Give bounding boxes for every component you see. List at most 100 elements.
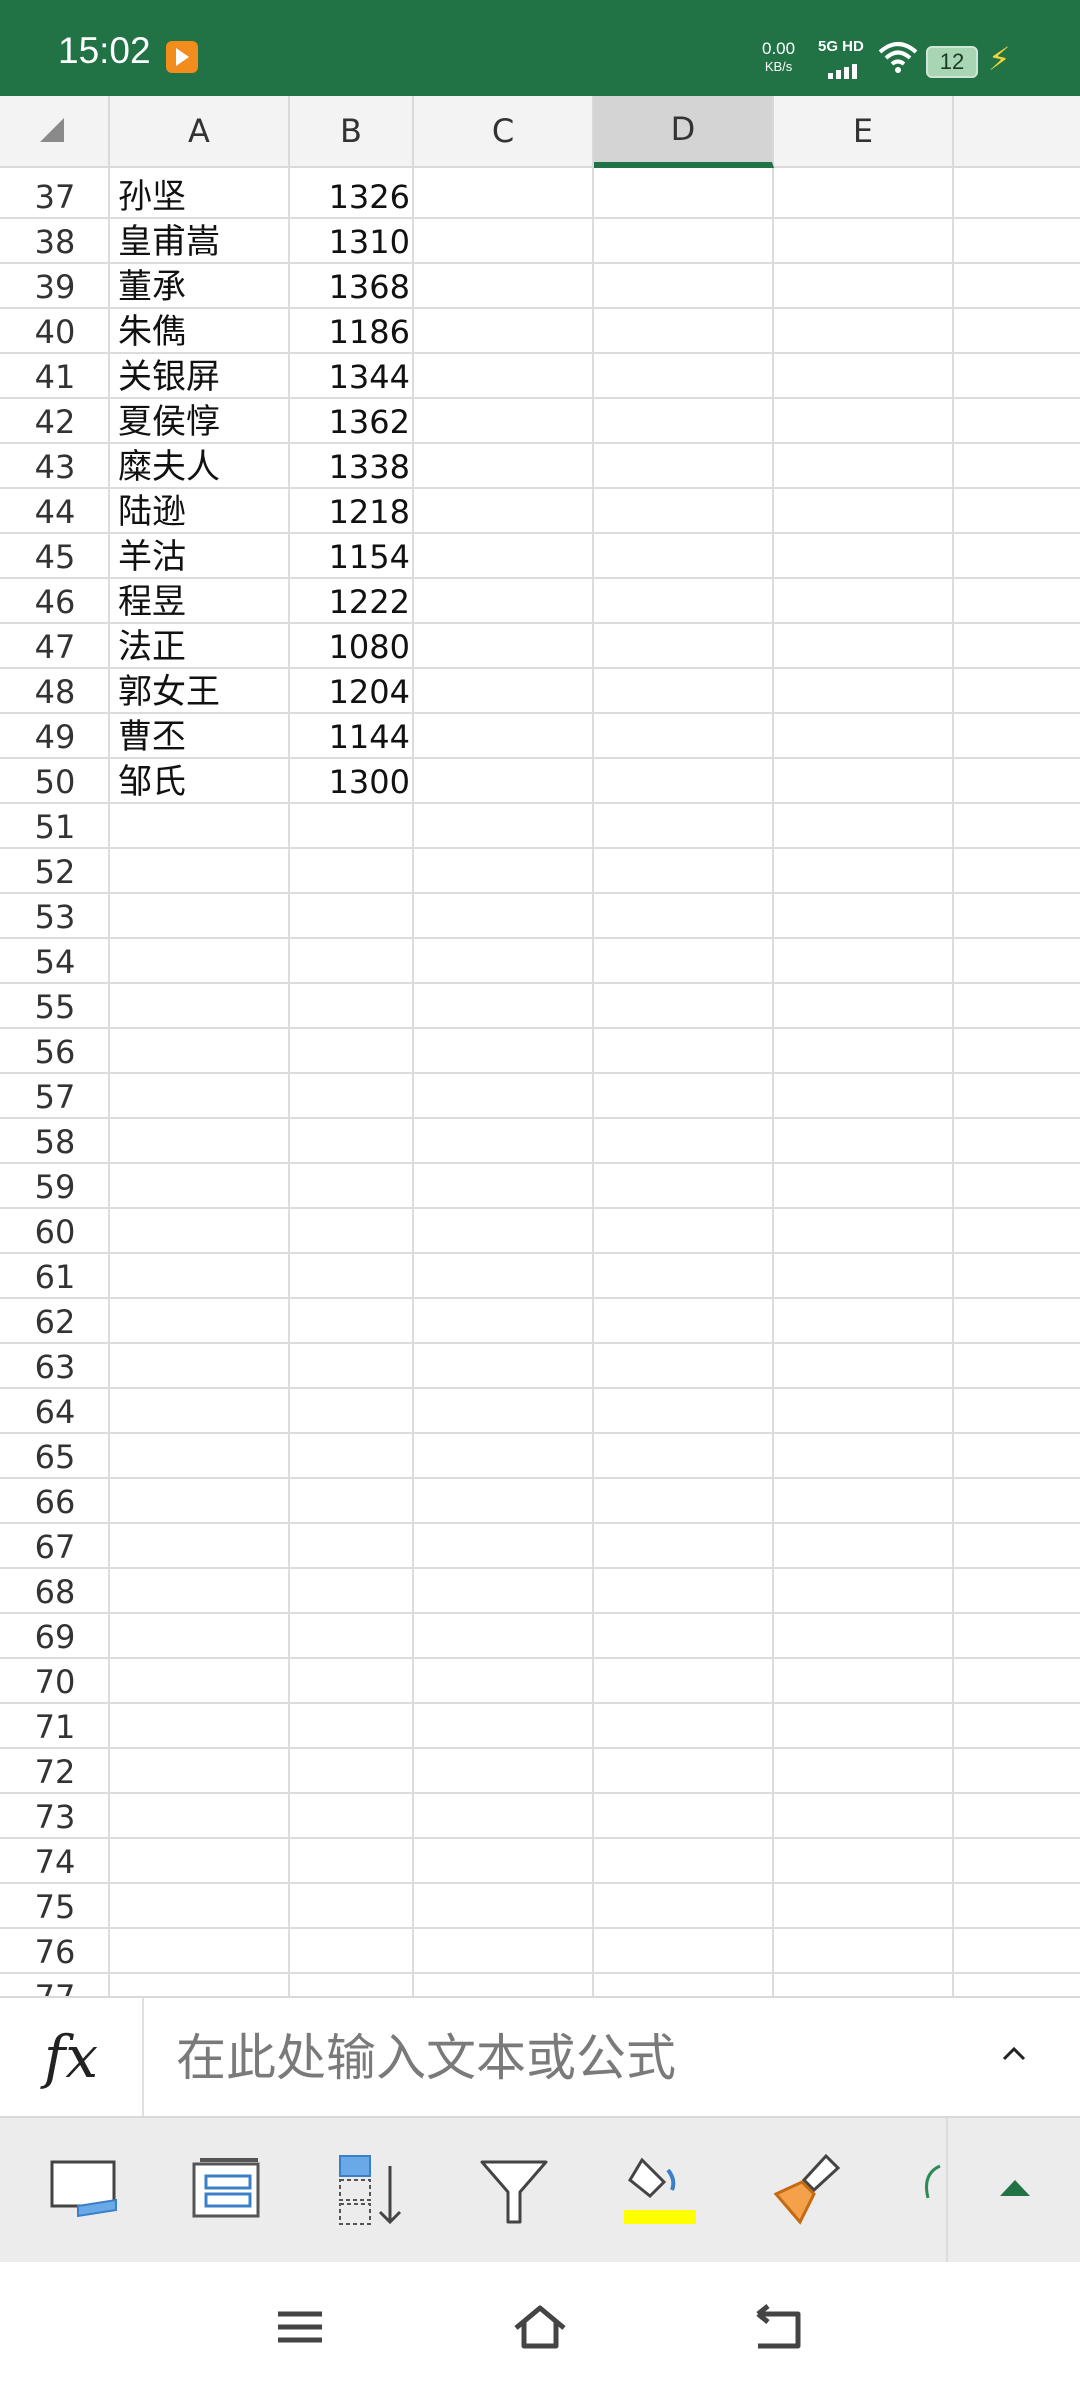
cell-b[interactable] <box>292 1884 410 1929</box>
cell-b[interactable] <box>292 1209 410 1254</box>
row-header[interactable]: 70 <box>0 1659 110 1704</box>
row-header[interactable]: 52 <box>0 849 110 894</box>
column-header-d[interactable]: D <box>594 96 774 168</box>
cell-a[interactable]: 皇甫嵩 <box>118 219 220 264</box>
fill-color-icon[interactable] <box>620 2150 700 2230</box>
more-tools-partial-icon[interactable] <box>912 2150 946 2230</box>
cell-b[interactable]: 1326 <box>292 174 410 219</box>
cell-a[interactable]: 董承 <box>118 264 186 309</box>
row-header[interactable]: 74 <box>0 1839 110 1884</box>
row-header[interactable]: 46 <box>0 579 110 624</box>
cell-a[interactable]: 糜夫人 <box>118 444 220 489</box>
row-header[interactable]: 68 <box>0 1569 110 1614</box>
row-header[interactable]: 63 <box>0 1344 110 1389</box>
column-header-e[interactable]: E <box>774 96 954 168</box>
row-header[interactable]: 43 <box>0 444 110 489</box>
cell-b[interactable] <box>292 1164 410 1209</box>
row-header[interactable]: 59 <box>0 1164 110 1209</box>
cell-b[interactable] <box>292 1524 410 1569</box>
row-header[interactable]: 38 <box>0 219 110 264</box>
cell-b[interactable]: 1080 <box>292 624 410 669</box>
cell-b[interactable]: 1344 <box>292 354 410 399</box>
cell-b[interactable] <box>292 1704 410 1749</box>
row-header[interactable]: 58 <box>0 1119 110 1164</box>
cell-b[interactable] <box>292 1659 410 1704</box>
row-header[interactable]: 51 <box>0 804 110 849</box>
cell-b[interactable]: 1338 <box>292 444 410 489</box>
row-header[interactable]: 56 <box>0 1029 110 1074</box>
select-all-corner[interactable] <box>0 96 110 168</box>
cell-b[interactable] <box>292 1569 410 1614</box>
home-icon[interactable] <box>510 2302 570 2352</box>
fx-icon[interactable]: fx <box>0 1998 144 2116</box>
cell-b[interactable] <box>292 1749 410 1794</box>
cell-a[interactable]: 陆逊 <box>118 489 186 534</box>
toolbar-expand-button[interactable] <box>946 2118 1080 2264</box>
cell-b[interactable] <box>292 1344 410 1389</box>
row-header[interactable]: 42 <box>0 399 110 444</box>
cell-b[interactable]: 1144 <box>292 714 410 759</box>
menu-icon[interactable] <box>270 2302 330 2352</box>
cell-b[interactable] <box>292 1299 410 1344</box>
cell-b[interactable]: 1218 <box>292 489 410 534</box>
table-format-icon[interactable] <box>188 2150 268 2230</box>
row-header[interactable]: 45 <box>0 534 110 579</box>
spreadsheet-grid[interactable]: ABCDEF 37孙坚 1326 38皇甫嵩 1310 39董承 1368 40朱儁 1186… <box>0 96 1080 1996</box>
row-header[interactable]: 76 <box>0 1929 110 1974</box>
row-header[interactable]: 57 <box>0 1074 110 1119</box>
freeze-panes-icon[interactable] <box>44 2150 124 2230</box>
cell-b[interactable] <box>292 1434 410 1479</box>
cell-b[interactable]: 1204 <box>292 669 410 714</box>
cell-b[interactable] <box>292 1839 410 1884</box>
cell-b[interactable]: 1368 <box>292 264 410 309</box>
cell-a[interactable]: 朱儁 <box>118 309 186 354</box>
cell-a[interactable]: 郭女王 <box>118 669 220 714</box>
row-header[interactable]: 75 <box>0 1884 110 1929</box>
row-header[interactable]: 44 <box>0 489 110 534</box>
row-header[interactable]: 65 <box>0 1434 110 1479</box>
cell-a[interactable]: 曹丕 <box>118 714 186 759</box>
cell-a[interactable]: 夏侯惇 <box>118 399 220 444</box>
row-header[interactable]: 72 <box>0 1749 110 1794</box>
column-header-c[interactable]: C <box>414 96 594 168</box>
row-header[interactable]: 69 <box>0 1614 110 1659</box>
row-header[interactable]: 71 <box>0 1704 110 1749</box>
cell-b[interactable] <box>292 804 410 849</box>
sort-icon[interactable] <box>332 2150 412 2230</box>
expand-chevron-up-icon[interactable] <box>1002 2042 1026 2066</box>
cell-b[interactable] <box>292 939 410 984</box>
cell-b[interactable] <box>292 1479 410 1524</box>
filter-icon[interactable] <box>474 2150 554 2230</box>
row-header[interactable]: 62 <box>0 1299 110 1344</box>
column-header-a[interactable]: A <box>110 96 290 168</box>
format-painter-icon[interactable] <box>766 2150 846 2230</box>
cell-b[interactable]: 1362 <box>292 399 410 444</box>
formula-input[interactable] <box>174 2022 938 2094</box>
row-header[interactable]: 55 <box>0 984 110 1029</box>
cell-b[interactable] <box>292 1254 410 1299</box>
row-header[interactable]: 54 <box>0 939 110 984</box>
cell-a[interactable]: 程昱 <box>118 579 186 624</box>
row-header[interactable]: 61 <box>0 1254 110 1299</box>
cell-b[interactable]: 1300 <box>292 759 410 804</box>
cell-a[interactable]: 孙坚 <box>118 174 186 219</box>
row-header[interactable]: 41 <box>0 354 110 399</box>
cell-b[interactable] <box>292 1389 410 1434</box>
row-header[interactable]: 64 <box>0 1389 110 1434</box>
row-header[interactable]: 53 <box>0 894 110 939</box>
row-header[interactable]: 67 <box>0 1524 110 1569</box>
row-header[interactable]: 50 <box>0 759 110 804</box>
row-header[interactable]: 73 <box>0 1794 110 1839</box>
row-header[interactable]: 48 <box>0 669 110 714</box>
cell-b[interactable] <box>292 894 410 939</box>
cell-b[interactable]: 1154 <box>292 534 410 579</box>
cell-b[interactable]: 1222 <box>292 579 410 624</box>
row-header[interactable]: 66 <box>0 1479 110 1524</box>
cell-a[interactable]: 关银屏 <box>118 354 220 399</box>
back-icon[interactable] <box>750 2302 810 2352</box>
cell-b[interactable] <box>292 849 410 894</box>
row-header[interactable]: 39 <box>0 264 110 309</box>
row-header[interactable]: 47 <box>0 624 110 669</box>
row-header[interactable]: 40 <box>0 309 110 354</box>
cell-b[interactable] <box>292 1794 410 1839</box>
